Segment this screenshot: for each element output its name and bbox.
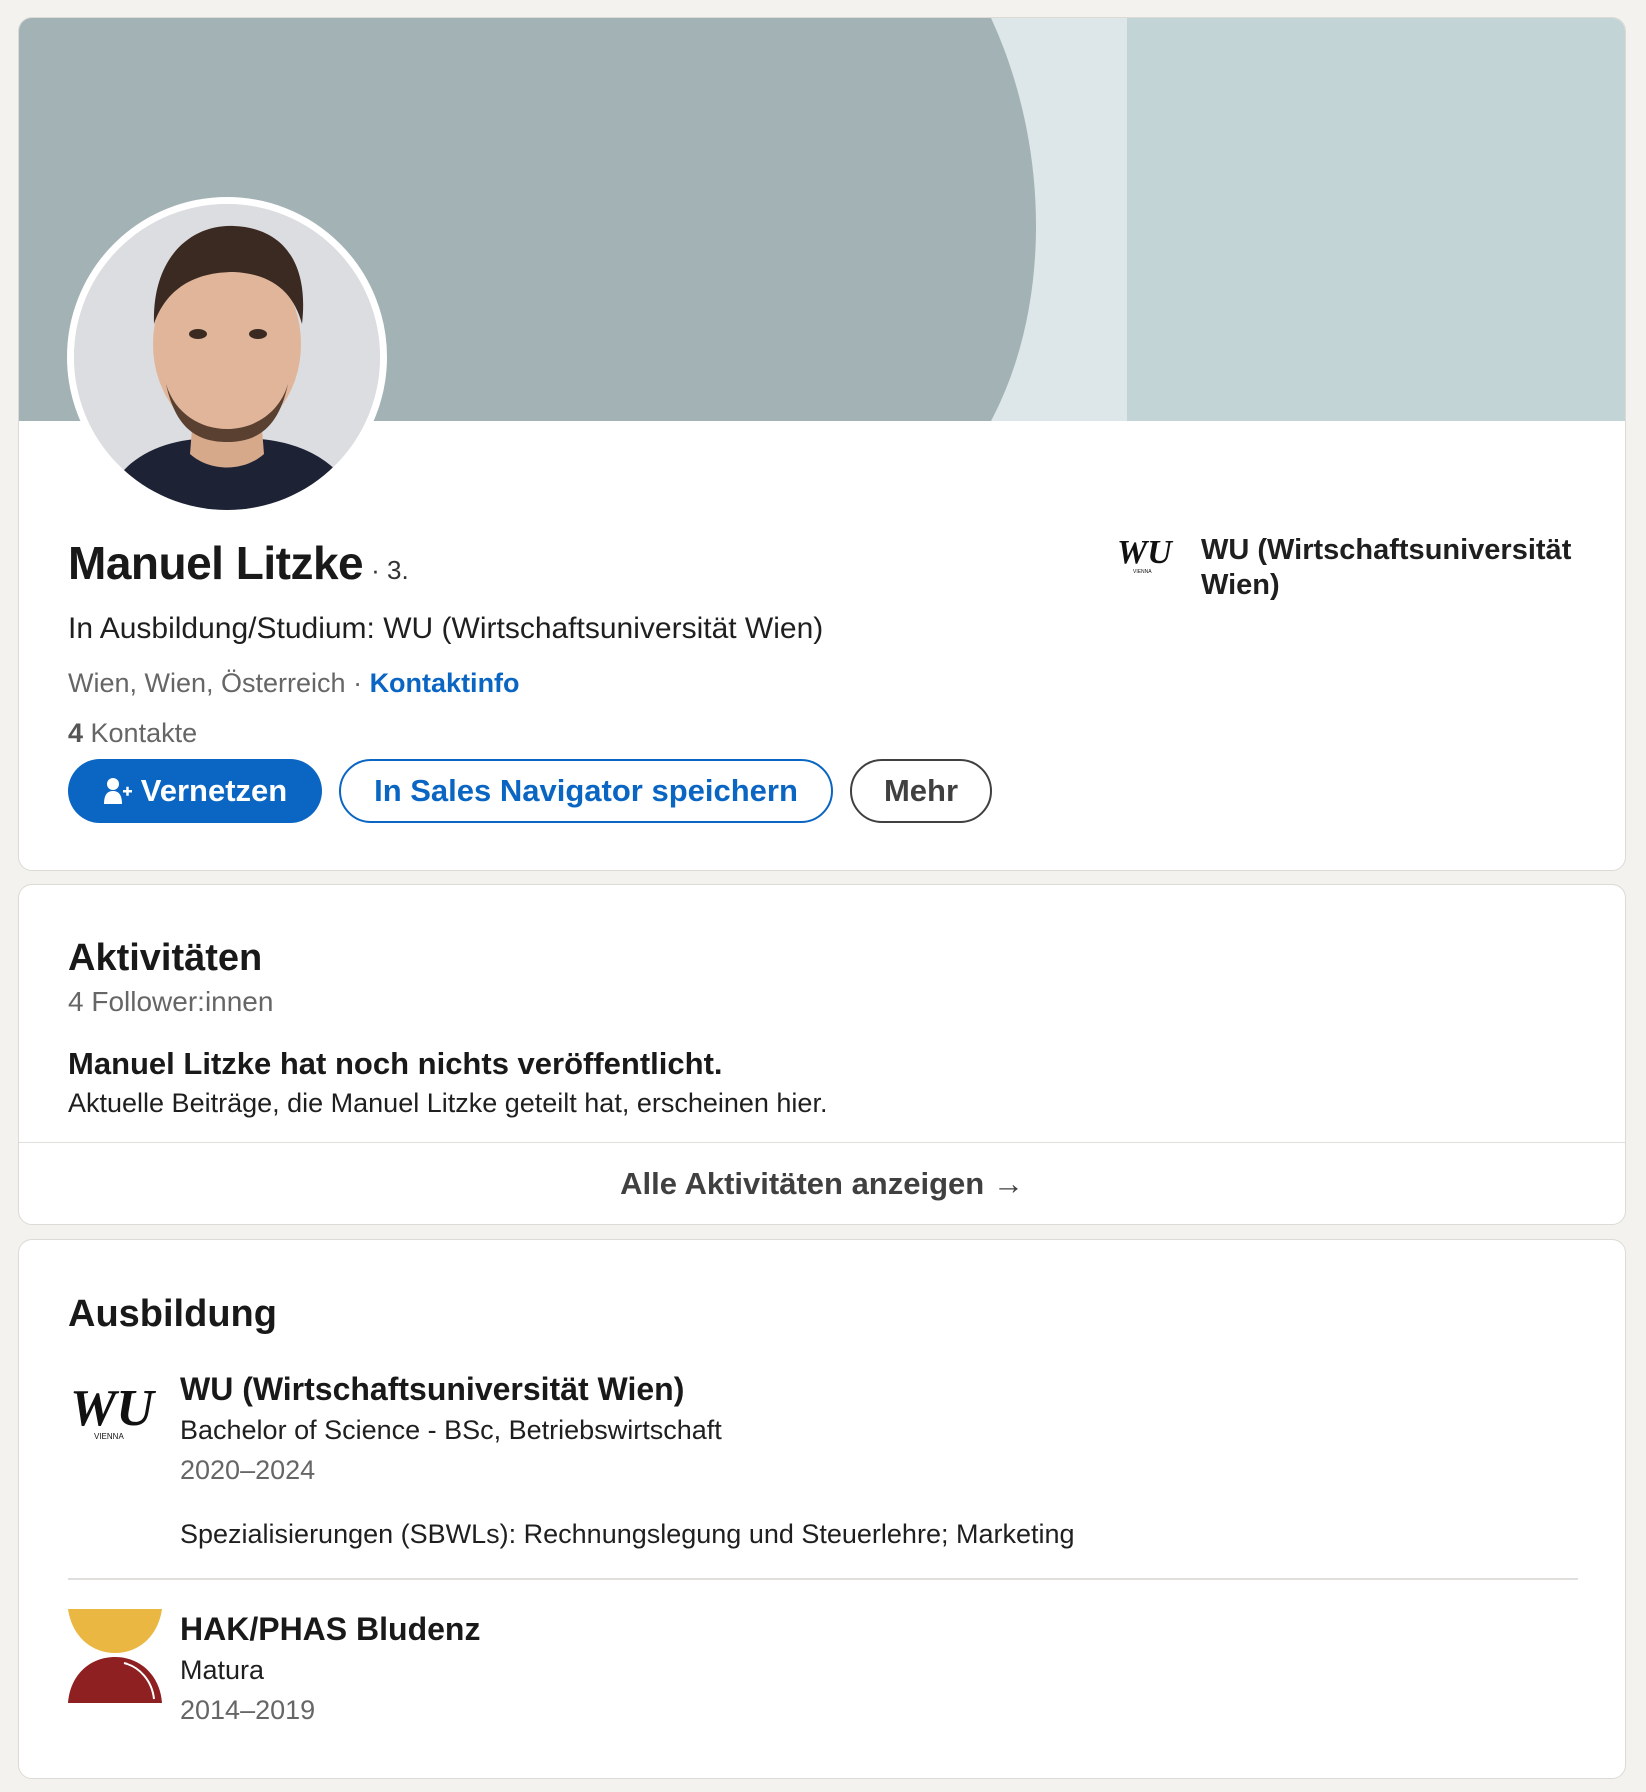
hak-logo-icon xyxy=(68,1609,162,1703)
more-button[interactable]: Mehr xyxy=(850,759,992,823)
education-divider xyxy=(68,1578,1578,1580)
svg-text:WU: WU xyxy=(70,1380,156,1437)
education-years: 2020–2024 xyxy=(180,1455,316,1485)
activities-title: Aktivitäten xyxy=(68,937,263,979)
contact-info-link[interactable]: Kontaktinfo xyxy=(370,668,520,698)
education-degree: Bachelor of Science - BSc, Betriebswirts… xyxy=(180,1415,722,1445)
education-title: Ausbildung xyxy=(68,1293,277,1335)
education-card: Ausbildung WU VIENNA WU (Wirtschaftsuniv… xyxy=(18,1239,1626,1779)
show-all-activities-button[interactable]: Alle Aktivitäten anzeigen → xyxy=(19,1142,1625,1224)
profile-location: Wien, Wien, Österreich · xyxy=(68,668,370,698)
profile-headline: In Ausbildung/Studium: WU (Wirtschaftsun… xyxy=(68,612,824,645)
followers-count: 4 Follower:innen xyxy=(68,986,274,1017)
education-years: 2014–2019 xyxy=(180,1695,316,1725)
save-sales-navigator-button[interactable]: In Sales Navigator speichern xyxy=(339,759,833,823)
wu-logo-icon: WU VIENNA xyxy=(1117,534,1174,575)
no-posts-title: Manuel Litzke hat noch nichts veröffentl… xyxy=(68,1046,723,1081)
top-school-label: WU (Wirtschaftsuniversität Wien) xyxy=(1201,534,1572,601)
education-school-name[interactable]: HAK/PHAS Bludenz xyxy=(180,1609,480,1649)
svg-text:WU: WU xyxy=(1117,534,1174,571)
profile-top-card: Manuel Litzke · 3. In Ausbildung/Studium… xyxy=(18,17,1626,871)
wu-logo-icon: WU VIENNA xyxy=(70,1380,156,1441)
add-person-icon xyxy=(103,778,132,804)
location-row: Wien, Wien, Österreich · Kontaktinfo xyxy=(68,668,520,699)
connection-degree: · 3. xyxy=(371,555,409,585)
profile-avatar[interactable] xyxy=(67,197,387,517)
education-item[interactable]: HAK/PHAS Bludenz Matura 2014–2019 xyxy=(68,1609,480,1727)
svg-text:VIENNA: VIENNA xyxy=(94,1432,124,1441)
activities-card: Aktivitäten 4 Follower:innen Manuel Litz… xyxy=(18,884,1626,1225)
more-button-label: Mehr xyxy=(883,773,959,808)
connections-label: Kontakte xyxy=(83,718,198,748)
save-sales-navigator-label: In Sales Navigator speichern xyxy=(374,773,798,808)
profile-name: Manuel Litzke xyxy=(68,537,364,589)
connect-button-label: Vernetzen xyxy=(140,773,288,808)
no-posts-text: Aktuelle Beiträge, die Manuel Litzke get… xyxy=(68,1088,828,1118)
connect-button[interactable]: Vernetzen xyxy=(68,759,322,823)
name-row: Manuel Litzke · 3. xyxy=(68,536,409,590)
connections-number: 4 xyxy=(68,718,84,748)
top-school-link[interactable]: WU VIENNA WU (Wirtschaftsuniversität Wie… xyxy=(1115,533,1581,603)
education-school-name[interactable]: WU (Wirtschaftsuniversität Wien) xyxy=(180,1369,1075,1409)
svg-text:VIENNA: VIENNA xyxy=(1133,569,1152,575)
education-description: Spezialisierungen (SBWLs): Rechnungslegu… xyxy=(180,1519,1075,1549)
education-item[interactable]: WU VIENNA WU (Wirtschaftsuniversität Wie… xyxy=(68,1369,1075,1551)
education-degree: Matura xyxy=(180,1655,265,1685)
connections-count[interactable]: 4 Kontakte xyxy=(68,718,197,749)
